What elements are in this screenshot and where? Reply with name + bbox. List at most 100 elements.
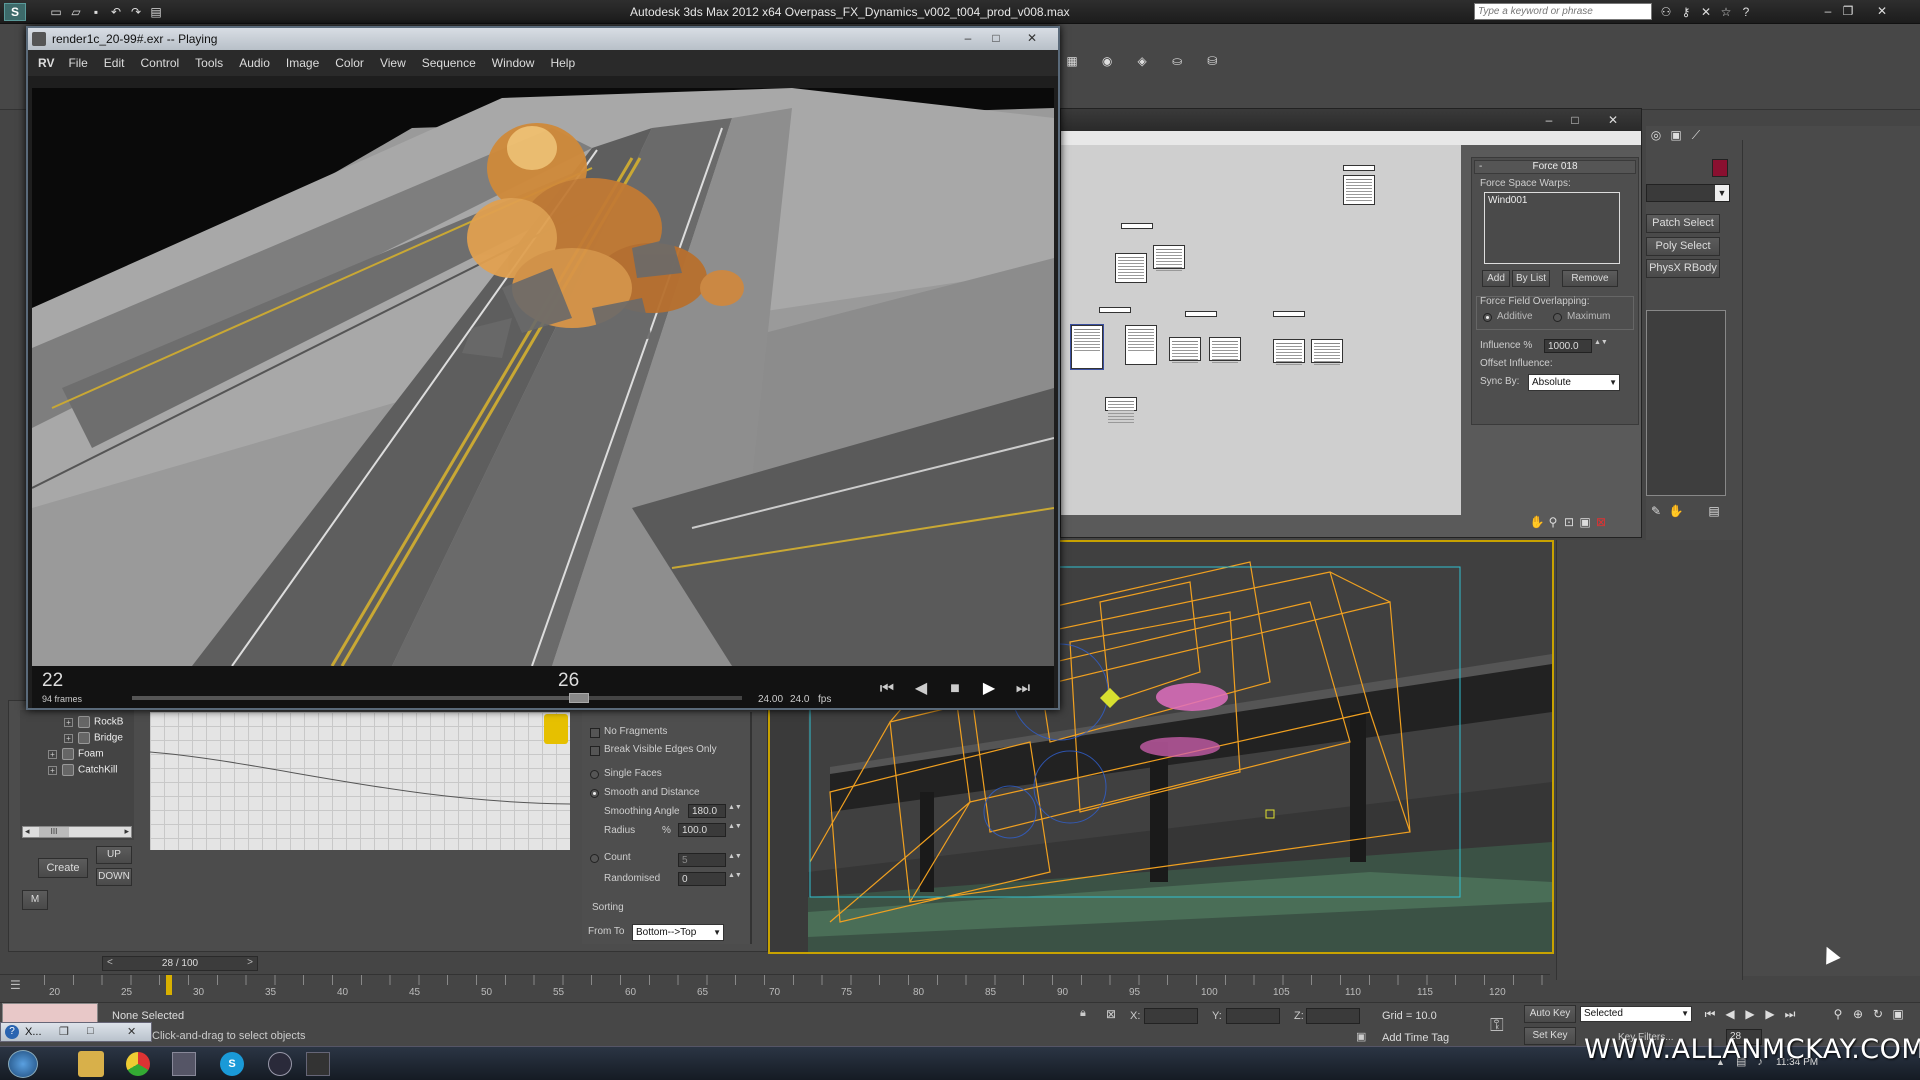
- timeline-scrubber[interactable]: [132, 693, 742, 703]
- curve-key-marker[interactable]: [544, 714, 568, 744]
- rv-render-image[interactable]: [32, 88, 1054, 666]
- restore-icon[interactable]: ❐: [59, 1025, 69, 1038]
- trackbar[interactable]: 20 25 30 35 40 45 50 55 60 65 70 75 80 8…: [0, 974, 1550, 1000]
- go-to-end-icon[interactable]: ⏭: [1780, 1005, 1800, 1023]
- taskbar-app-2-icon[interactable]: [306, 1052, 330, 1076]
- force-warps-item[interactable]: Wind001: [1485, 193, 1619, 208]
- graph-node[interactable]: [1169, 337, 1201, 361]
- influence-spinner[interactable]: ▲▼: [1594, 339, 1608, 353]
- navigator-close-icon[interactable]: ⊠: [1593, 513, 1609, 531]
- step-forward-icon[interactable]: ⏭: [1006, 680, 1040, 698]
- go-to-start-icon[interactable]: ⏮: [1700, 1005, 1720, 1023]
- force-warps-list[interactable]: Wind001: [1484, 192, 1620, 264]
- tree-item-foam[interactable]: + Foam: [48, 748, 104, 761]
- z-coord-field[interactable]: [1306, 1008, 1360, 1024]
- scroll-right-icon[interactable]: ▸: [124, 826, 129, 837]
- sync-by-dropdown[interactable]: Absolute ▼: [1528, 374, 1620, 391]
- help-icon[interactable]: ?: [1736, 3, 1756, 21]
- binoculars-icon[interactable]: ⚇: [1656, 3, 1676, 21]
- taskbar-steam-icon[interactable]: [268, 1052, 292, 1076]
- x-coord-field[interactable]: [1144, 1008, 1198, 1024]
- communication-icon[interactable]: ✕: [1696, 3, 1716, 21]
- orbit-icon[interactable]: ↻: [1868, 1005, 1888, 1023]
- rv-menu-image[interactable]: Image: [278, 50, 327, 76]
- close-icon[interactable]: ✕: [1872, 2, 1892, 20]
- maximum-radio[interactable]: [1553, 313, 1562, 322]
- tree-item-bridge[interactable]: + Bridge: [64, 732, 123, 745]
- render-setup-icon[interactable]: ▦: [1062, 52, 1082, 70]
- search-input[interactable]: Type a keyword or phrase: [1474, 3, 1652, 20]
- rv-menu-control[interactable]: Control: [132, 50, 187, 76]
- add-time-tag-icon[interactable]: ▣: [1356, 1030, 1366, 1043]
- set-key-icon[interactable]: ⚿: [1490, 1015, 1504, 1036]
- redo-icon[interactable]: ↷: [126, 3, 146, 21]
- maxscript-listener[interactable]: [2, 1003, 98, 1023]
- expand-icon[interactable]: +: [64, 717, 73, 727]
- rv-menu-help[interactable]: Help: [542, 50, 583, 76]
- previous-frame-icon[interactable]: ◀: [1720, 1005, 1740, 1023]
- rv-menu-window[interactable]: Window: [484, 50, 543, 76]
- time-slider[interactable]: < 28 / 100 >: [102, 956, 258, 971]
- expand-icon[interactable]: +: [48, 765, 57, 775]
- physx-rbody-button[interactable]: PhysX RBody: [1646, 259, 1720, 278]
- key-icon[interactable]: ⚷: [1676, 3, 1696, 21]
- rv-menu-view[interactable]: View: [372, 50, 414, 76]
- taskbar-explorer-icon[interactable]: [78, 1051, 104, 1077]
- scene-tree[interactable]: + RockB + Bridge + Foam + CatchKill ◂ III ▸: [20, 710, 134, 840]
- pan-hand-icon[interactable]: ✋: [1529, 513, 1545, 531]
- step-back-icon[interactable]: ⏮: [870, 680, 904, 698]
- show-end-result-icon[interactable]: ✋: [1666, 502, 1686, 520]
- render-production-icon[interactable]: ⛀: [1167, 52, 1187, 70]
- tree-scrollbar[interactable]: ◂ III ▸: [22, 826, 132, 838]
- next-frame-icon[interactable]: ▶: [1760, 1005, 1780, 1023]
- play-animation-icon[interactable]: ▶: [1740, 1005, 1760, 1023]
- graph-node[interactable]: [1311, 339, 1343, 363]
- maximize-icon[interactable]: □: [87, 1025, 94, 1037]
- graph-node-header[interactable]: [1099, 307, 1131, 313]
- graph-node[interactable]: [1125, 325, 1157, 365]
- curve-graph[interactable]: [150, 712, 570, 850]
- rv-menu-audio[interactable]: Audio: [231, 50, 278, 76]
- restore-icon[interactable]: ❐: [1838, 2, 1858, 20]
- force-rollout-header[interactable]: - Force 018: [1474, 160, 1636, 174]
- key-mode-dropdown[interactable]: Selected ▼: [1580, 1006, 1692, 1022]
- rv-menu-rv[interactable]: RV: [28, 50, 60, 76]
- maximize-viewport-icon[interactable]: ▣: [1888, 1005, 1908, 1023]
- influence-field[interactable]: 1000.0: [1544, 339, 1592, 353]
- rv-menu-color[interactable]: Color: [327, 50, 372, 76]
- graph-node[interactable]: [1343, 175, 1375, 205]
- zoom-icon[interactable]: ⚲: [1545, 513, 1561, 531]
- graph-node[interactable]: [1153, 245, 1185, 269]
- randomised-field[interactable]: 0: [678, 872, 726, 886]
- randomised-spinner[interactable]: ▲▼: [728, 872, 742, 886]
- minimized-window[interactable]: ? X... ❐ □ ✕: [0, 1022, 152, 1042]
- favorites-icon[interactable]: ☆: [1716, 3, 1736, 21]
- up-button[interactable]: UP: [96, 846, 132, 864]
- tree-item-catchkill[interactable]: + CatchKill: [48, 764, 117, 777]
- single-faces-radio[interactable]: [590, 770, 599, 779]
- count-radio[interactable]: [590, 854, 599, 863]
- zoom-extents-icon[interactable]: ▣: [1577, 513, 1593, 531]
- create-button[interactable]: Create: [38, 858, 88, 878]
- tree-item-rockb[interactable]: + RockB: [64, 716, 123, 729]
- m-button[interactable]: M: [22, 890, 48, 910]
- taskbar-chrome-icon[interactable]: [126, 1052, 150, 1076]
- force-remove-button[interactable]: Remove: [1562, 270, 1618, 287]
- smooth-distance-radio[interactable]: [590, 789, 599, 798]
- graph-node-header[interactable]: [1273, 311, 1305, 317]
- rv-menu-sequence[interactable]: Sequence: [414, 50, 484, 76]
- stop-icon[interactable]: ■: [938, 680, 972, 698]
- maximize-icon[interactable]: □: [1565, 111, 1585, 129]
- pin-stack-icon[interactable]: ✎: [1646, 502, 1666, 520]
- scroll-thumb[interactable]: III: [39, 827, 69, 837]
- open-file-icon[interactable]: ▱: [66, 3, 86, 21]
- expand-icon[interactable]: +: [48, 749, 57, 759]
- new-file-icon[interactable]: ▭: [46, 3, 66, 21]
- taskbar-app-icon[interactable]: [172, 1052, 196, 1076]
- material-editor-icon[interactable]: ◈: [1132, 52, 1152, 70]
- utilities-tab-icon[interactable]: ◎: [1646, 126, 1666, 144]
- poly-select-button[interactable]: Poly Select: [1646, 237, 1720, 256]
- radius-field[interactable]: 100.0: [678, 823, 726, 837]
- rv-menu-tools[interactable]: Tools: [187, 50, 231, 76]
- graph-node[interactable]: [1209, 337, 1241, 361]
